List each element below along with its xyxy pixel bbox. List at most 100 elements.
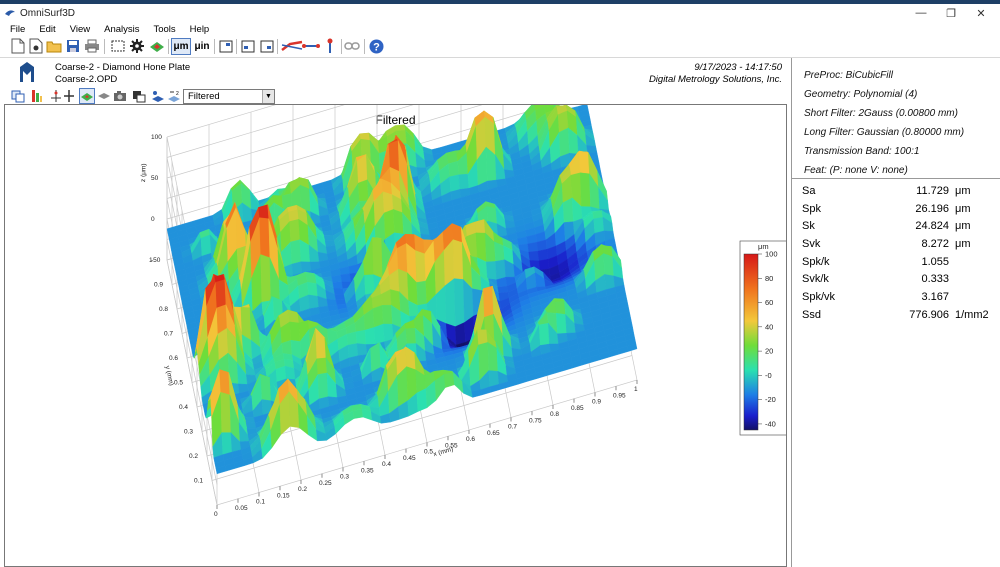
- surface-facet: [416, 280, 428, 306]
- menu-view[interactable]: View: [70, 24, 90, 35]
- y-axis-label: y (mm): [164, 365, 175, 386]
- surface-facet: [333, 287, 345, 295]
- parameter-name: Sa: [802, 185, 816, 197]
- surface-facet: [475, 232, 487, 263]
- surface-color-icon[interactable]: [149, 38, 165, 54]
- parameter-value: 776.906: [909, 308, 949, 321]
- save-icon[interactable]: [65, 38, 81, 54]
- menu-analysis[interactable]: Analysis: [104, 24, 139, 35]
- z-tick-label: 100: [151, 134, 162, 141]
- x-tick-label: 0.4: [382, 461, 391, 468]
- surface-facet: [449, 174, 461, 193]
- copy-view-icon[interactable]: [10, 88, 26, 104]
- help-icon[interactable]: ?: [368, 38, 384, 54]
- parameter-unit: μm: [955, 185, 971, 197]
- document-filename: Coarse-2.OPD: [55, 74, 118, 85]
- surface-facet: [372, 305, 384, 328]
- surface-facet: [332, 281, 344, 289]
- measure-profile-icon[interactable]: [281, 38, 303, 54]
- parameter-value: 26.196: [915, 202, 949, 215]
- parameter-value: 8.272: [921, 238, 949, 251]
- link-icon[interactable]: [344, 38, 360, 54]
- print-icon[interactable]: [84, 38, 100, 54]
- x-tick-label: 0.1: [256, 499, 265, 506]
- surface-facet: [488, 370, 500, 388]
- setting-transmission-band: Transmission Band: 100:1: [804, 146, 920, 157]
- camera-icon[interactable]: [112, 88, 128, 104]
- y-tick-label: 0.8: [159, 306, 168, 313]
- colorbar-tick-label: -40: [765, 419, 776, 428]
- reset-view-icon[interactable]: 2: [166, 88, 182, 104]
- parameter-row: Sa 11.729 μm: [792, 183, 1000, 201]
- menu-help[interactable]: Help: [190, 24, 210, 35]
- parameter-name: Svk/k: [802, 273, 829, 286]
- measure-distance-icon[interactable]: [302, 38, 320, 54]
- toolbar-separator: [214, 39, 215, 54]
- minimize-button[interactable]: —: [906, 4, 936, 22]
- cursor-icon[interactable]: [61, 88, 77, 104]
- surface-facet: [538, 322, 550, 346]
- surface-facet: [308, 294, 319, 309]
- crop-region-icon[interactable]: [110, 38, 126, 54]
- surface-facet: [340, 273, 352, 283]
- rotate-view-icon[interactable]: [150, 88, 166, 104]
- measure-point-icon[interactable]: [322, 38, 338, 54]
- frame-left-icon[interactable]: [240, 38, 256, 54]
- surface-facet: [483, 285, 494, 318]
- surface-3d-icon[interactable]: [79, 88, 95, 104]
- surface-facet: [288, 313, 300, 324]
- x-tick-label: 0.85: [571, 405, 584, 412]
- surface-facet: [200, 234, 212, 257]
- parameter-row: Ssd 776.906 1/mm2: [792, 307, 1000, 325]
- menu-file[interactable]: File: [10, 24, 25, 35]
- window-title: OmniSurf3D: [20, 7, 76, 19]
- toolbar-separator: [341, 39, 342, 54]
- filter-settings: PreProc: BiCubicFill Geometry: Polynomia…: [792, 58, 1000, 179]
- x-tick-label: 0.8: [550, 411, 559, 418]
- color-scale-icon[interactable]: [29, 88, 45, 104]
- surface-facet: [486, 261, 497, 280]
- menu-bar: File Edit View Analysis Tools Help: [0, 22, 1000, 36]
- menu-edit[interactable]: Edit: [39, 24, 55, 35]
- open-settings-file-icon[interactable]: [28, 38, 44, 54]
- parameter-unit: μm: [955, 238, 971, 251]
- surface-flat-icon[interactable]: [96, 88, 112, 104]
- filter-view-select[interactable]: Filtered ▼: [183, 89, 275, 104]
- frame-right-icon[interactable]: [259, 38, 275, 54]
- x-tick-label: 0.6: [466, 436, 475, 443]
- surface-facet: [373, 323, 385, 345]
- shadow-icon[interactable]: [131, 88, 147, 104]
- document-title: Coarse-2 - Diamond Hone Plate: [55, 62, 191, 73]
- surface-facet: [405, 327, 417, 344]
- new-file-icon[interactable]: [10, 38, 26, 54]
- y-tick-label: 0.3: [184, 429, 193, 436]
- surface-facet: [393, 209, 404, 235]
- close-button[interactable]: ✕: [966, 4, 996, 22]
- surface-facet: [604, 274, 616, 290]
- surface-facet: [528, 250, 540, 262]
- x-tick-label: 0.65: [487, 430, 500, 437]
- surface-facet: [307, 281, 318, 297]
- surface-facet: [558, 127, 570, 157]
- open-folder-icon[interactable]: [46, 38, 62, 54]
- surface-facet: [497, 286, 509, 294]
- unit-microinch-button[interactable]: μin: [192, 38, 212, 55]
- frame-view-icon[interactable]: [218, 38, 234, 54]
- surface-facet: [259, 217, 271, 258]
- surface-facet: [323, 235, 335, 241]
- colorbar-tick-label: 20: [765, 347, 773, 356]
- surface-facet: [593, 216, 605, 234]
- surface-facet: [317, 372, 329, 400]
- colorbar: μm10080604020-0-20-40: [739, 240, 786, 436]
- maximize-button[interactable]: ❐: [936, 4, 966, 22]
- chevron-down-icon[interactable]: ▼: [262, 90, 274, 103]
- surface-facet: [452, 239, 464, 280]
- x-tick-label: 0.9: [592, 399, 601, 406]
- menu-tools[interactable]: Tools: [153, 24, 175, 35]
- toolbar-separator: [104, 39, 105, 54]
- gear-icon[interactable]: [129, 38, 145, 54]
- colorbar-tick-label: -0: [765, 371, 772, 380]
- setting-preproc: PreProc: BiCubicFill: [804, 70, 893, 81]
- unit-micrometer-button[interactable]: μm: [171, 38, 191, 55]
- surface-3d-plot[interactable]: 00.050.10.150.20.250.30.350.40.450.50.55…: [5, 105, 786, 566]
